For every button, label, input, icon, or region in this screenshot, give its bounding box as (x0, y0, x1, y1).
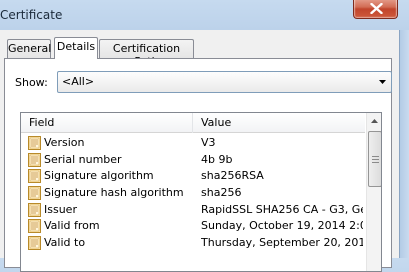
list-item[interactable]: Valid from Sunday, October 19, 2014 2:0..… (21, 218, 365, 235)
list-item[interactable]: Issuer RapidSSL SHA256 CA - G3, Ge... (21, 202, 365, 219)
list-item[interactable]: Version V3 (21, 135, 365, 152)
close-button[interactable] (353, 0, 398, 19)
certificate-icon (28, 236, 41, 251)
close-icon (370, 3, 383, 14)
field-value: RapidSSL SHA256 CA - G3, Ge... (201, 202, 363, 216)
window-title: Certificate (0, 8, 63, 22)
certificate-icon (28, 152, 41, 167)
tab-certification-path[interactable]: Certification Path (99, 39, 194, 68)
scroll-grip-line (372, 162, 379, 163)
window-frame-right (399, 30, 409, 258)
scroll-up-button[interactable] (367, 113, 381, 130)
field-value: sha256 (201, 186, 242, 200)
show-dropdown-value: <All> (62, 75, 95, 88)
certificate-icon (28, 219, 41, 234)
scroll-grip-line (372, 156, 379, 157)
field-name: Valid to (44, 236, 86, 250)
column-header-value[interactable]: Value (201, 116, 231, 129)
field-value: Thursday, September 20, 201... (201, 236, 363, 250)
list-item[interactable]: Valid to Thursday, September 20, 201... (21, 235, 365, 252)
field-name: Signature algorithm (44, 169, 154, 183)
field-value: 4b 9b (201, 152, 233, 166)
chevron-down-icon (379, 80, 386, 84)
field-name: Version (44, 136, 85, 149)
tab-details[interactable]: Details (54, 37, 98, 59)
field-value: sha256RSA (201, 169, 264, 183)
show-label: Show: (15, 76, 48, 89)
certificate-icon (28, 202, 41, 217)
field-name: Signature hash algorithm (44, 186, 184, 200)
field-value: Sunday, October 19, 2014 2:0... (201, 219, 363, 233)
list-header: Field Value (21, 113, 365, 133)
details-list[interactable]: Field Value Version V3 Serial number 4b 9b S… (20, 112, 382, 272)
certificate-icon (28, 136, 41, 150)
dialog-client-area: General Details Certification Path Show:… (0, 30, 399, 272)
scroll-up-arrow-icon (371, 119, 378, 123)
column-divider[interactable] (192, 113, 193, 133)
list-item[interactable]: Signature algorithm sha256RSA (21, 168, 365, 185)
field-name: Serial number (44, 152, 122, 166)
list-item[interactable]: Signature hash algorithm sha256 (21, 185, 365, 202)
show-dropdown[interactable]: <All> (57, 71, 392, 93)
field-value: V3 (201, 136, 216, 149)
scroll-grip-line (372, 159, 379, 160)
column-header-field[interactable]: Field (29, 116, 54, 129)
title-bar: Certificate (0, 0, 409, 30)
vertical-scrollbar[interactable] (366, 113, 381, 271)
scroll-thumb[interactable] (368, 131, 381, 187)
field-name: Issuer (44, 202, 77, 216)
certificate-icon (28, 169, 41, 184)
field-name: Valid from (44, 219, 100, 233)
details-tab-panel: Show: <All> Field Value Version V3 Serial … (4, 58, 392, 272)
tab-general[interactable]: General (7, 39, 51, 58)
certificate-icon (28, 186, 41, 201)
list-item[interactable]: Serial number 4b 9b (21, 152, 365, 169)
list-rows: Version V3 Serial number 4b 9b Signature alg… (21, 135, 365, 252)
